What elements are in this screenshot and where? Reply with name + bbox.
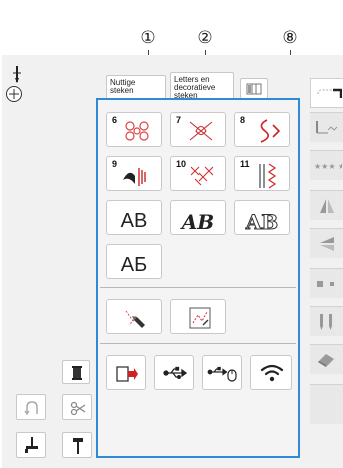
stitch-align-icon [316,121,338,134]
usb-icon [163,366,187,379]
panel-separator [100,287,296,288]
tab-letters-decorative-stitches[interactable]: Letters en decoratieve steken [170,72,234,100]
wireless-lan-button[interactable] [250,355,292,390]
twin-needle-icon [320,314,332,330]
category-number: 7 [176,115,182,125]
category-number: 6 [112,115,118,125]
pocket-memory-icon [116,366,138,382]
presser-foot-icon [25,437,38,453]
needle-icon [73,438,83,454]
tab-utility-stitches[interactable]: Nuttige steken [106,75,166,99]
bobbin-winding-button[interactable] [62,360,90,384]
svg-text:★★★ ★: ★★★ ★ [314,162,342,170]
right-tab-flip-horizontal[interactable] [310,190,343,220]
category-7-button[interactable]: 7 [170,112,226,147]
tab-stitch-list[interactable] [240,78,268,99]
stitch-design-button[interactable] [106,299,162,334]
font-cyrillic-button[interactable]: АБ [106,244,162,279]
reinforcement-stitch-button[interactable] [16,394,46,420]
my-design-center-button[interactable] [170,299,226,334]
category-9-button[interactable]: 9 [106,156,162,191]
font-sample-label: АБ [120,254,148,276]
bobbin-icon [72,366,82,380]
stars-icon: ★★★ ★ [314,162,342,170]
decorative-scroll-stitch-icon [260,119,281,143]
category-6-button[interactable]: 6 [106,112,162,147]
font-script-button[interactable]: AB [170,200,226,235]
eraser-icon [318,354,334,367]
right-tab-flip-vertical[interactable] [310,228,343,258]
flip-vertical-icon [320,237,334,251]
callout-8: ⑧ [282,28,298,48]
right-tab-eraser[interactable] [310,344,343,374]
category-11-button[interactable]: 11 [234,156,290,191]
usb-port-button[interactable] [154,355,194,390]
my-design-center-icon [189,307,211,329]
continuous-stitch-icon [317,281,334,287]
category-number: 9 [112,159,118,169]
font-sample-label: AB [245,210,279,235]
presser-foot-indicator-icon [4,84,24,104]
decorative-heart-stitch-icon [189,121,213,141]
right-tab-continuous[interactable] [310,268,343,298]
needle-position-icon [10,66,24,84]
reinforcement-stitch-icon [24,401,38,416]
category-8-button[interactable]: 8 [234,112,290,147]
font-sample-label: AB [181,210,215,234]
flip-horizontal-icon [320,199,334,213]
usb-mouse-icon [207,366,237,382]
presser-foot-button[interactable] [16,432,46,458]
category-number: 10 [176,159,187,169]
font-block-button[interactable]: AB [106,200,162,235]
scissors-icon [70,401,86,416]
zigzag-stitch-icon [259,163,277,189]
panel-separator [100,343,296,344]
decorative-flower-stitch-icon [125,121,149,141]
font-sample-label: AB [120,210,148,232]
right-tab-mirror[interactable] [310,112,343,142]
stitch-list-icon [246,83,262,95]
stitch-selection-panel: 6 7 8 9 10 11 AB AB AB АБ [96,98,300,458]
machine-memory-button[interactable] [106,355,146,390]
category-number: 8 [240,115,246,125]
wifi-icon [260,364,284,382]
stitch-design-pen-icon [125,310,145,328]
callout-1: ① [140,28,156,48]
right-tab-density[interactable]: ★★★ ★ [310,150,343,180]
font-outline-button[interactable]: AB [234,200,290,235]
cross-stitch-icon [190,166,214,186]
category-number: 11 [240,159,250,169]
usb-mouse-button[interactable] [202,355,242,390]
category-10-button[interactable]: 10 [170,156,226,191]
needle-position-button[interactable] [62,432,92,458]
right-tab-twin-needle[interactable] [310,306,343,336]
satin-stitch-icon [123,168,146,186]
right-tab-empty [310,384,343,424]
right-tab-edit[interactable] [310,78,343,108]
callout-2: ② [197,28,213,48]
thread-cutter-button[interactable] [62,394,92,420]
stitch-edit-icon [317,88,342,98]
